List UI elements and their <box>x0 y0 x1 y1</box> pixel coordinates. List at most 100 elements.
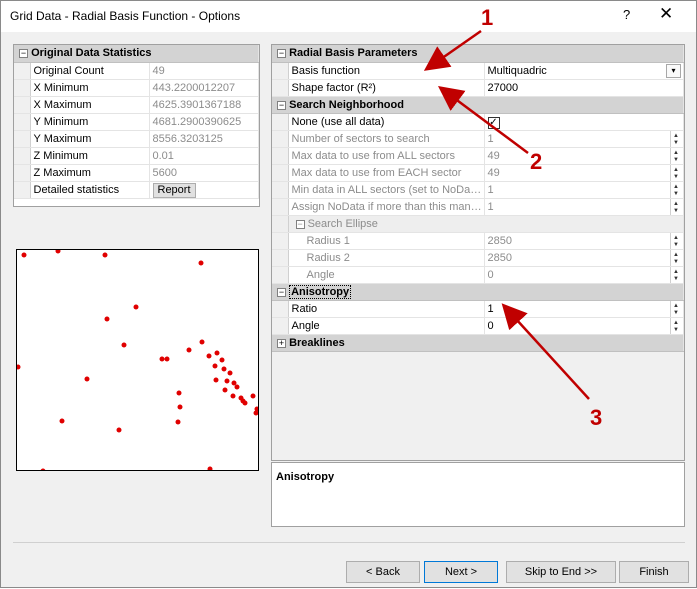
prop-label: None (use all data) <box>288 113 485 131</box>
collapse-icon[interactable]: − <box>277 49 286 59</box>
stat-row: Z Maximum 5600 <box>14 164 259 182</box>
stat-row: X Minimum 443.2200012207 <box>14 79 259 97</box>
prop-value: 0 <box>487 268 494 281</box>
stat-label: Y Minimum <box>30 113 150 131</box>
stat-value: 4681.2900390625 <box>149 113 259 131</box>
chevron-down-icon[interactable]: ▾ <box>666 63 681 78</box>
collapse-icon[interactable]: − <box>295 219 305 229</box>
data-point <box>213 377 219 383</box>
prop-radius-2: Radius 2 ▲ ▼ 2850 <box>272 249 684 267</box>
description-box: Anisotropy <box>271 462 685 527</box>
category-label: Radial Basis Parameters <box>289 47 418 60</box>
property-grid: − Radial Basis Parameters Basis function… <box>271 44 685 461</box>
finish-button[interactable]: Finish <box>619 561 689 583</box>
data-point <box>242 400 248 406</box>
prop-value: 2850 <box>487 251 512 264</box>
spinner-icon: ▲ ▼ <box>670 232 683 248</box>
prop-min-all: Min data in ALL sectors (set to NoData i… <box>272 181 684 199</box>
data-point <box>177 404 183 410</box>
prop-radius-1: Radius 1 ▲ ▼ 2850 <box>272 232 684 250</box>
subcategory-search-ellipse[interactable]: − Search Ellipse <box>272 215 684 233</box>
data-point <box>175 419 181 425</box>
data-point <box>133 304 139 310</box>
use-all-checkbox[interactable]: ✓ <box>487 116 500 129</box>
data-point <box>17 364 21 370</box>
spinner-icon: ▲ ▼ <box>670 198 683 214</box>
back-button[interactable]: < Back <box>346 561 420 583</box>
close-icon[interactable]: ✕ <box>659 4 673 24</box>
prop-shape-factor[interactable]: Shape factor (R²) 27000 <box>272 79 684 97</box>
angle-input[interactable]: 0 <box>488 320 494 332</box>
stat-value: 8556.3203125 <box>149 130 259 148</box>
detailed-stats-label: Detailed statistics <box>30 181 150 199</box>
data-point <box>219 357 225 363</box>
category-anisotropy[interactable]: − Anisotropy <box>272 283 684 301</box>
data-point <box>121 342 127 348</box>
dialog-window: Grid Data - Radial Basis Function - Opti… <box>0 0 697 588</box>
annotation-label-2: 2 <box>530 149 543 174</box>
stat-row: Y Minimum 4681.2900390625 <box>14 113 259 131</box>
statistics-header: Original Data Statistics <box>31 47 152 60</box>
statistics-header-row[interactable]: − Original Data Statistics <box>14 45 259 63</box>
expand-icon[interactable]: + <box>277 338 286 348</box>
collapse-icon[interactable]: − <box>277 287 286 297</box>
data-point <box>222 387 228 393</box>
prop-assign-nodata: Assign NoData if more than this many sec… <box>272 198 684 216</box>
collapse-icon[interactable]: − <box>19 49 28 59</box>
stat-row: Y Maximum 8556.3203125 <box>14 130 259 148</box>
category-search-neighborhood[interactable]: − Search Neighborhood <box>272 96 684 114</box>
stat-row: Original Count 49 <box>14 62 259 80</box>
data-point <box>207 466 213 470</box>
description-title: Anisotropy <box>276 471 335 483</box>
help-button[interactable]: ? <box>623 7 630 22</box>
data-point <box>231 380 237 386</box>
spinner-icon: ▲ ▼ <box>670 181 683 197</box>
spinner-icon[interactable]: ▲ ▼ <box>670 317 683 333</box>
data-point <box>224 378 230 384</box>
category-radial-basis[interactable]: − Radial Basis Parameters <box>272 45 684 63</box>
prop-max-all: Max data to use from ALL sectors ▲ ▼ 49 <box>272 147 684 165</box>
prop-none-use-all[interactable]: None (use all data) ✓ <box>272 113 684 131</box>
data-point <box>116 427 122 433</box>
stat-row: Z Minimum 0.01 <box>14 147 259 165</box>
data-point <box>21 252 27 258</box>
prop-label: Radius 1 <box>288 232 485 250</box>
statistics-panel: − Original Data Statistics Original Coun… <box>13 44 260 207</box>
prop-value: 49 <box>487 166 500 179</box>
data-point <box>250 393 256 399</box>
prop-label: Number of sectors to search <box>288 130 485 148</box>
data-point <box>104 316 110 322</box>
prop-ellipse-angle: Angle ▲ ▼ 0 <box>272 266 684 284</box>
detailed-stats-row: Detailed statistics Report <box>14 181 259 199</box>
category-breaklines[interactable]: + Breaklines <box>272 334 684 352</box>
prop-label: Angle <box>288 266 485 284</box>
prop-aniso-angle[interactable]: Angle ▲ ▼ 0 <box>272 317 684 335</box>
prop-basis-function[interactable]: Basis function ▾ Multiquadric <box>272 62 684 80</box>
basis-function-select[interactable]: Multiquadric <box>488 65 547 77</box>
prop-label: Max data to use from ALL sectors <box>288 147 485 165</box>
prop-sectors: Number of sectors to search ▲ ▼ 1 <box>272 130 684 148</box>
annotation-label-1: 1 <box>481 5 494 30</box>
next-button[interactable]: Next > <box>424 561 498 583</box>
data-point <box>230 393 236 399</box>
stat-label: Z Minimum <box>30 147 150 165</box>
data-point <box>206 353 212 359</box>
data-point <box>84 376 90 382</box>
prop-value: 1 <box>487 183 494 196</box>
data-point <box>164 356 170 362</box>
report-button[interactable]: Report <box>152 182 196 197</box>
prop-value: 49 <box>487 149 500 162</box>
collapse-icon[interactable]: − <box>277 100 286 110</box>
stat-label: X Maximum <box>30 96 150 114</box>
spinner-icon[interactable]: ▲ ▼ <box>670 300 683 316</box>
data-point <box>55 250 61 254</box>
data-point <box>199 339 205 345</box>
skip-to-end-button[interactable]: Skip to End >> <box>506 561 616 583</box>
prop-ratio[interactable]: Ratio ▲ ▼ 1 <box>272 300 684 318</box>
prop-label: Shape factor (R²) <box>288 79 485 97</box>
shape-factor-input[interactable]: 27000 <box>484 79 684 97</box>
ratio-input[interactable]: 1 <box>488 303 494 315</box>
prop-label: Min data in ALL sectors (set to NoData i… <box>288 181 485 199</box>
prop-label: Basis function <box>288 62 485 80</box>
data-point <box>212 363 218 369</box>
